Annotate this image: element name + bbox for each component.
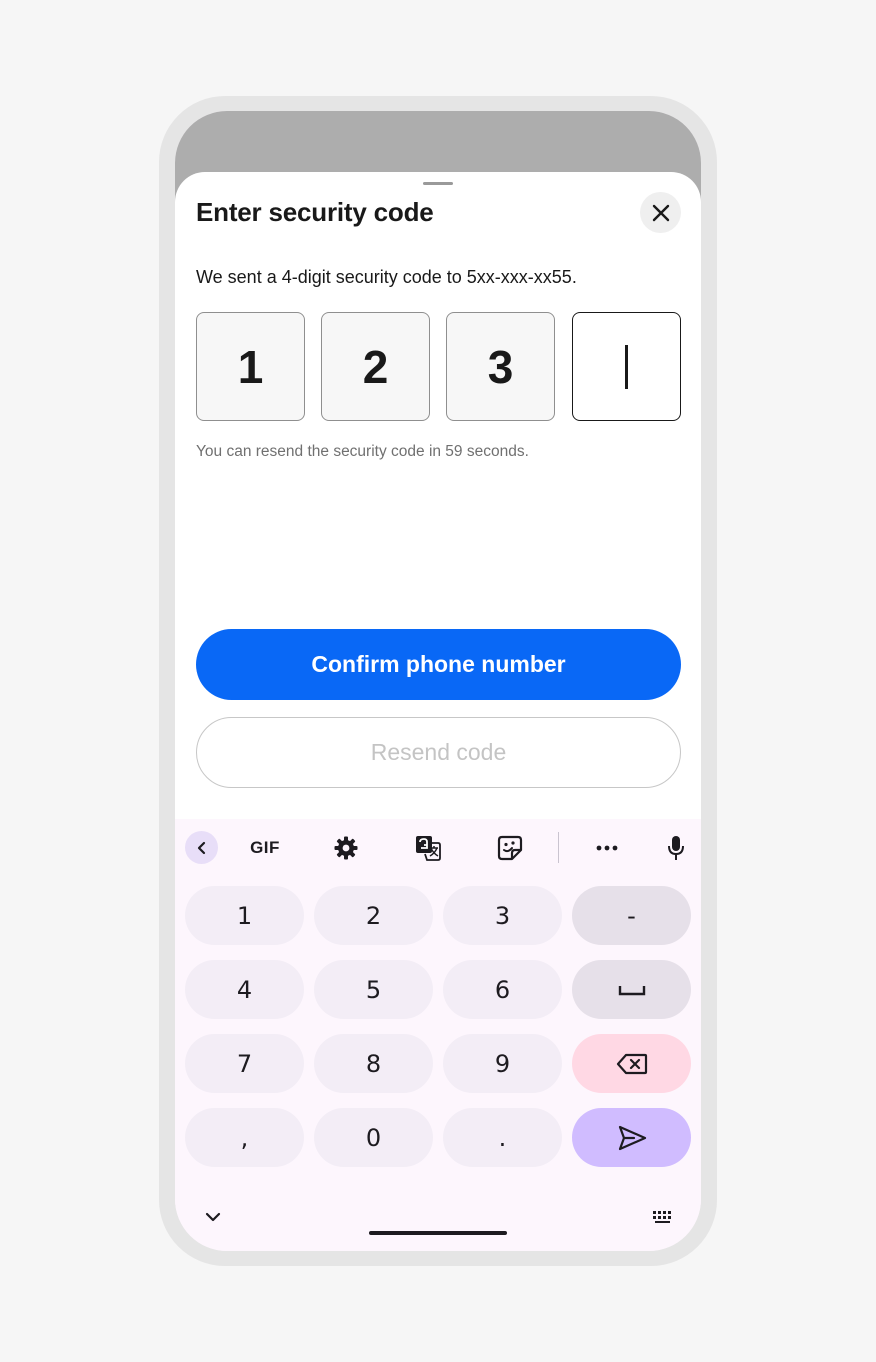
- chevron-down-icon: [205, 1212, 221, 1222]
- code-digit-1[interactable]: 1: [196, 312, 305, 421]
- key-comma[interactable]: ,: [185, 1108, 304, 1167]
- resend-code-button[interactable]: Resend code: [196, 717, 681, 788]
- switch-keyboard-button[interactable]: [649, 1203, 677, 1231]
- chevron-left-icon: [197, 841, 205, 854]
- sticker-icon: [497, 835, 522, 860]
- translate-icon: [415, 835, 441, 861]
- phone-screen: Enter security code We sent a 4-digit se…: [175, 111, 701, 1251]
- key-8[interactable]: 8: [314, 1034, 433, 1093]
- translate-button[interactable]: [411, 831, 444, 864]
- sticker-button[interactable]: [493, 831, 526, 864]
- microphone-icon: [667, 835, 684, 860]
- toolbar-divider: [558, 832, 559, 863]
- key-dash[interactable]: -: [572, 886, 691, 945]
- key-6[interactable]: 6: [443, 960, 562, 1019]
- voice-input-button[interactable]: [659, 831, 692, 864]
- key-space[interactable]: [572, 960, 691, 1019]
- key-5[interactable]: 5: [314, 960, 433, 1019]
- space-icon: [618, 985, 645, 995]
- key-7[interactable]: 7: [185, 1034, 304, 1093]
- key-1[interactable]: 1: [185, 886, 304, 945]
- key-4[interactable]: 4: [185, 960, 304, 1019]
- settings-button[interactable]: [329, 831, 362, 864]
- numeric-keyboard: GIF 1 2 3 - 4 5 6 7 8 9 , 0 .: [175, 819, 701, 1251]
- bottom-sheet: Enter security code We sent a 4-digit se…: [175, 172, 701, 819]
- backspace-icon: [616, 1053, 647, 1074]
- key-9[interactable]: 9: [443, 1034, 562, 1093]
- key-2[interactable]: 2: [314, 886, 433, 945]
- code-digit-3[interactable]: 3: [446, 312, 555, 421]
- resend-countdown: You can resend the security code in 59 s…: [196, 443, 529, 460]
- phone-frame: Enter security code We sent a 4-digit se…: [159, 96, 717, 1266]
- more-icon: [596, 845, 617, 850]
- code-digit-4[interactable]: [572, 312, 681, 421]
- sheet-title: Enter security code: [196, 197, 434, 227]
- more-options-button[interactable]: [590, 831, 623, 864]
- key-3[interactable]: 3: [443, 886, 562, 945]
- text-cursor: [625, 344, 628, 389]
- key-send[interactable]: [572, 1108, 691, 1167]
- send-icon: [618, 1125, 646, 1150]
- gear-icon: [334, 836, 357, 859]
- key-period[interactable]: .: [443, 1108, 562, 1167]
- gif-button[interactable]: GIF: [245, 831, 285, 864]
- key-0[interactable]: 0: [314, 1108, 433, 1167]
- security-code-input: 1 2 3: [196, 312, 682, 422]
- hide-keyboard-button[interactable]: [199, 1203, 227, 1231]
- confirm-phone-button[interactable]: Confirm phone number: [196, 629, 681, 700]
- keyboard-back-button[interactable]: [185, 831, 218, 864]
- keyboard-switch-icon: [653, 1211, 671, 1223]
- key-backspace[interactable]: [572, 1034, 691, 1093]
- home-indicator[interactable]: [369, 1231, 507, 1235]
- drag-handle[interactable]: [423, 182, 453, 185]
- code-digit-2[interactable]: 2: [321, 312, 430, 421]
- close-button[interactable]: [640, 192, 681, 233]
- close-icon: [652, 204, 669, 221]
- sheet-description: We sent a 4-digit security code to 5xx-x…: [196, 267, 577, 287]
